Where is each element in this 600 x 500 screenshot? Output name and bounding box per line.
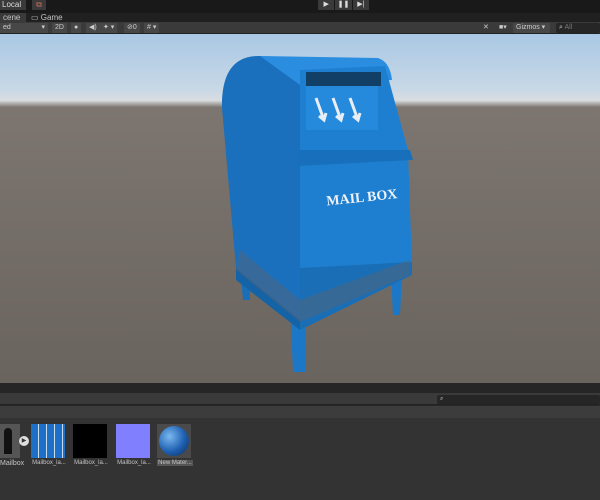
tab-label: Game [40,13,63,22]
asset-thumbnail-material [157,424,191,458]
hierarchy-search-input[interactable]: ⌕ All [556,23,600,33]
asset-label: Mailbox [0,460,25,467]
top-toolbar [0,0,600,13]
tools-icon[interactable]: ✕ [480,23,492,33]
tab-game[interactable]: ▭ Game [28,13,66,22]
asset-item[interactable]: New Mater... [157,424,193,466]
asset-label: Mailbox_la... [32,460,66,466]
asset-item[interactable]: ▶ Mailbox [0,424,29,467]
effects-icon[interactable]: ✦ ▾ [100,23,118,33]
asset-item[interactable]: Mailbox_la... [73,424,109,466]
expand-icon[interactable]: ▶ [19,436,29,446]
scene-view[interactable]: MAIL BOX [0,34,600,383]
asset-label: Mailbox_la... [117,460,151,466]
asset-item[interactable]: Mailbox_la... [116,424,152,466]
tab-scene[interactable]: cene [0,13,26,22]
game-icon: ▭ [31,13,39,22]
pause-button[interactable]: ❚❚ [335,0,352,10]
material-sphere-icon [159,426,189,456]
asset-thumbnail-normal [116,424,150,458]
tab-label: cene [3,13,21,22]
project-tabs-bar [0,383,600,393]
asset-thumbnail-albedo [31,424,65,458]
scene-toolbar: ed ▾ 2D ● ◀) ✦ ▾ ⊘0 # ▾ ✕ ■▾ Gizmos ▾ ⌕ A… [0,22,600,34]
speaker-icon[interactable]: ◀) [86,23,100,33]
search-icon: ⌕ [559,24,563,31]
2d-toggle[interactable]: 2D [52,23,67,33]
asset-thumbnail-model: ▶ [0,424,29,458]
asset-item[interactable]: Mailbox_la... [31,424,67,466]
layers-icon[interactable]: ⧉ [32,0,46,10]
asset-label: New Mater... [157,460,193,466]
grid-icon[interactable]: # ▾ [144,23,160,33]
mailbox-model: MAIL BOX [222,55,413,372]
shading-mode-dropdown[interactable]: ed ▾ [0,23,48,33]
camera-icon[interactable]: ■▾ [496,23,510,33]
light-bulb-icon[interactable]: ● [71,23,82,33]
asset-label: Mailbox_la... [74,460,108,466]
play-button[interactable]: ▶ [318,0,335,10]
gizmos-dropdown[interactable]: Gizmos ▾ [513,23,550,33]
asset-thumbnail-black [73,424,107,458]
project-search-input[interactable]: ⌕ [437,395,600,404]
play-controls: ▶ ❚❚ ▶| [318,0,370,10]
hidden-objects-toggle[interactable]: ⊘0 [124,23,140,33]
view-tabs: cene ▭ Game [0,13,600,22]
breadcrumb-bar [0,406,600,418]
step-button[interactable]: ▶| [352,0,369,10]
pivot-space-button[interactable]: Local [0,0,26,10]
search-icon: ⌕ [440,396,444,402]
